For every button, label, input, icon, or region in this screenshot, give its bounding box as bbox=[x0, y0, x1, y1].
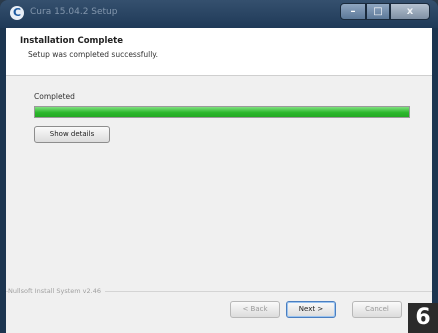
progress-bar bbox=[34, 106, 410, 118]
installer-body: Installation Complete Setup was complete… bbox=[6, 28, 432, 333]
progress-fill bbox=[35, 107, 409, 117]
cancel-button[interactable]: Cancel bbox=[352, 301, 402, 318]
cura-app-icon: C bbox=[10, 6, 24, 20]
next-button[interactable]: Next > bbox=[286, 301, 336, 318]
window-title: Cura 15.04.2 Setup bbox=[30, 7, 118, 17]
window-controls: – □ x bbox=[340, 3, 430, 20]
page-title: Installation Complete bbox=[20, 36, 123, 46]
close-button[interactable]: x bbox=[390, 3, 430, 20]
show-details-button[interactable]: Show details bbox=[34, 126, 110, 143]
minimize-button[interactable]: – bbox=[340, 3, 366, 20]
installer-window: C Cura 15.04.2 Setup – □ x Installation … bbox=[0, 0, 438, 333]
title-bar[interactable]: C Cura 15.04.2 Setup – □ x bbox=[0, 0, 438, 28]
status-label: Completed bbox=[34, 92, 75, 101]
back-button[interactable]: < Back bbox=[230, 301, 280, 318]
page-header: Installation Complete Setup was complete… bbox=[6, 28, 432, 76]
maximize-button[interactable]: □ bbox=[366, 3, 390, 20]
page-number-badge: 6 bbox=[408, 303, 438, 333]
installer-branding: Nullsoft Install System v2.46 bbox=[8, 287, 106, 295]
page-subtitle: Setup was completed successfully. bbox=[28, 50, 159, 59]
